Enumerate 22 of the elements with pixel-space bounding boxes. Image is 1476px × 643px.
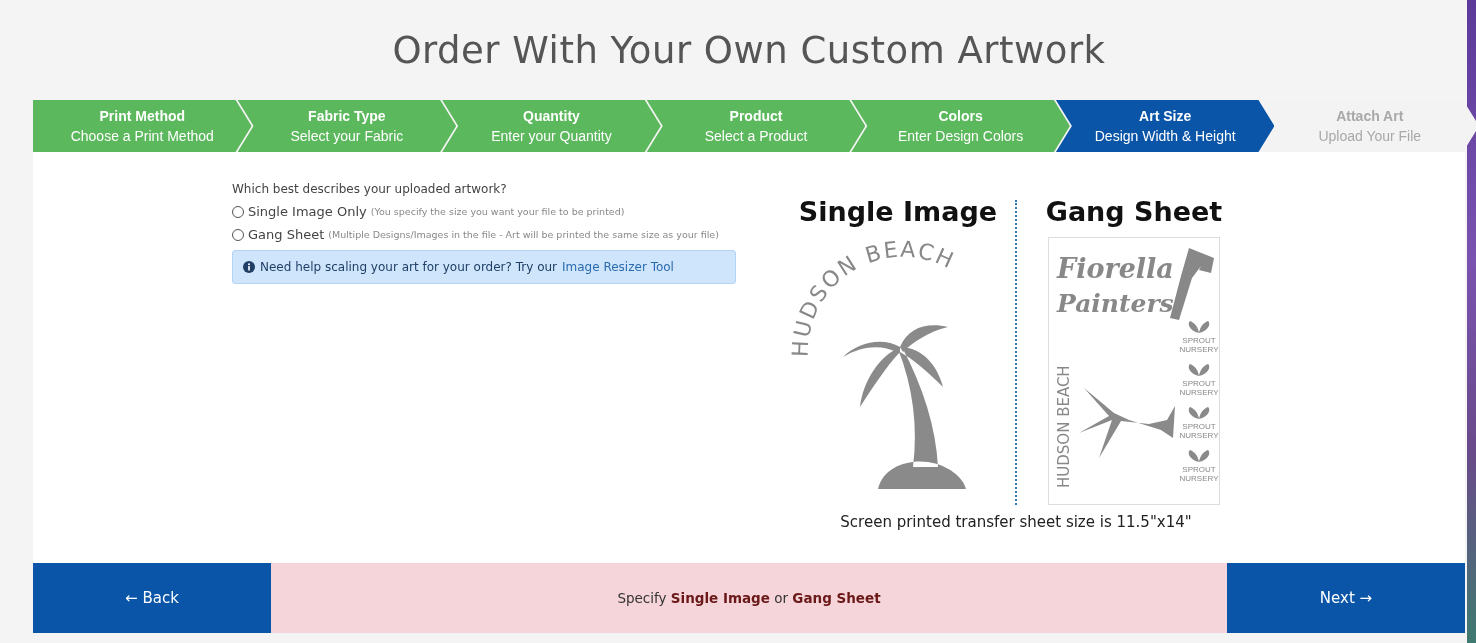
column-heading: Gang Sheet — [1045, 196, 1223, 227]
next-button[interactable]: Next → — [1227, 563, 1465, 633]
gang-sheet-drawing: Fiorella Painters HUDSON BEACH SPROUT NURSERY SPROUT NURSERY SPROUT NURSERY SPROUT NURSERY — [1048, 237, 1220, 505]
wizard-step[interactable]: Art Size Design Width & Height — [1055, 100, 1275, 152]
wizard-step[interactable]: Colors Enter Design Colors — [851, 100, 1070, 152]
validation-message: Specify Single Image or Gang Sheet — [617, 590, 881, 606]
resizer-link[interactable]: Image Resizer Tool — [562, 260, 674, 274]
column-heading: Single Image — [798, 196, 998, 227]
option-hint: (Multiple Designs/Images in the file - Art will be printed the same size as your file) — [328, 229, 719, 240]
page-title: Order With Your Own Custom Artwork — [391, 27, 1107, 74]
wizard-step[interactable]: Fabric Type Select your Fabric — [237, 100, 457, 152]
help-text: Need help scaling your art for your order? Try our — [260, 260, 558, 274]
back-button[interactable]: ← Back — [33, 563, 271, 633]
wizard-step[interactable]: Print Method Choose a Print Method — [33, 100, 252, 152]
sheet-size-caption: Screen printed transfer sheet size is 11.5"x14" — [840, 513, 1192, 531]
wizard-step[interactable]: Quantity Enter your Quantity — [442, 100, 661, 152]
option-label: Gang Sheet — [248, 227, 325, 242]
wizard-step[interactable]: Product Select a Product — [646, 100, 866, 152]
info-icon — [243, 261, 255, 273]
option-label: Single Image Only — [248, 204, 367, 219]
question-text: Which best describes your uploaded artwork? — [232, 182, 508, 196]
option-hint: (You specify the size you want your file to be printed) — [370, 206, 625, 217]
